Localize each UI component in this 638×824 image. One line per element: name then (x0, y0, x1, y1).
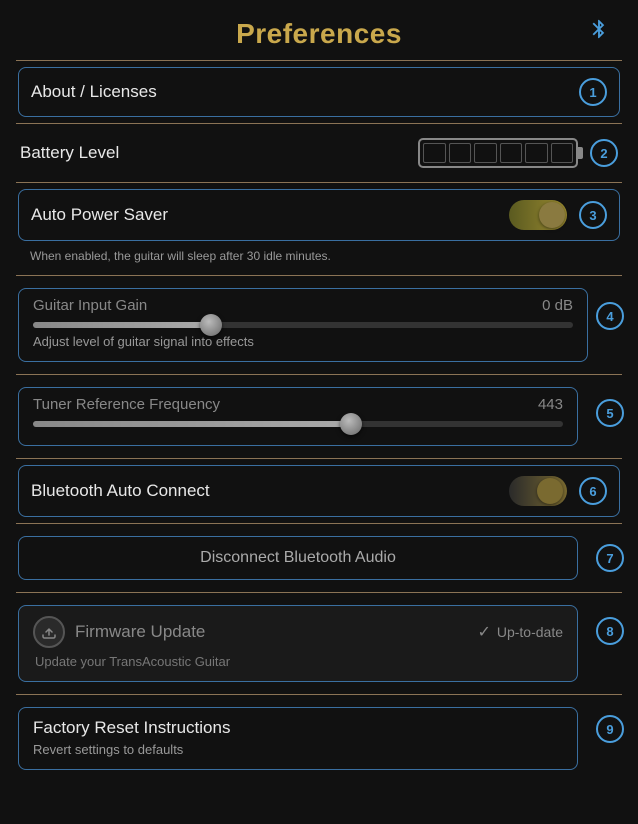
header-divider (16, 60, 622, 61)
firmware-badge: 8 (596, 617, 624, 645)
bluetooth-toggle[interactable] (509, 476, 567, 506)
page-title: Preferences (236, 18, 402, 50)
tuner-label: Tuner Reference Frequency (33, 396, 220, 413)
battery-indicator (418, 138, 578, 168)
divider-8 (16, 694, 622, 695)
disconnect-bluetooth-button[interactable]: Disconnect Bluetooth Audio (18, 536, 578, 580)
gain-label: Guitar Input Gain (33, 297, 147, 314)
auto-power-saver-row[interactable]: Auto Power Saver 3 (18, 189, 620, 241)
factory-reset-section[interactable]: Factory Reset Instructions Revert settin… (18, 707, 578, 770)
battery-seg-3 (474, 143, 497, 163)
divider-6 (16, 523, 622, 524)
auto-power-label: Auto Power Saver (31, 205, 168, 225)
guitar-input-gain-section: Guitar Input Gain 0 dB Adjust level of g… (18, 288, 588, 362)
firmware-sub: Update your TransAcoustic Guitar (33, 654, 563, 669)
divider-2 (16, 182, 622, 183)
firmware-top: Firmware Update ✓ Up-to-date (33, 616, 563, 648)
battery-seg-2 (449, 143, 472, 163)
battery-seg-5 (525, 143, 548, 163)
aps-badge: 3 (579, 201, 607, 229)
divider-4 (16, 374, 622, 375)
gain-value: 0 dB (542, 297, 573, 314)
gain-fill (33, 322, 211, 328)
bluetooth-toggle-knob (537, 478, 563, 504)
aps-right: 3 (509, 200, 607, 230)
firmware-title: Firmware Update (75, 622, 205, 642)
gain-thumb[interactable] (200, 314, 222, 336)
battery-row: Battery Level 2 (8, 128, 630, 178)
auto-power-toggle[interactable] (509, 200, 567, 230)
battery-right: 2 (418, 138, 618, 168)
tuner-reference-section: Tuner Reference Frequency 443 (18, 387, 578, 446)
about-label: About / Licenses (31, 82, 157, 102)
about-licenses-row[interactable]: About / Licenses 1 (18, 67, 620, 117)
factory-badge: 9 (596, 715, 624, 743)
bac-right: 6 (509, 476, 607, 506)
divider-1 (16, 123, 622, 124)
firmware-status-text: Up-to-date (497, 624, 563, 640)
gain-header: Guitar Input Gain 0 dB (33, 297, 573, 314)
divider-5 (16, 458, 622, 459)
battery-seg-4 (500, 143, 523, 163)
disconnect-label: Disconnect Bluetooth Audio (200, 549, 396, 566)
tuner-fill (33, 421, 351, 427)
disconnect-badge: 7 (596, 544, 624, 572)
tuner-thumb[interactable] (340, 413, 362, 435)
divider-7 (16, 592, 622, 593)
gain-desc: Adjust level of guitar signal into effec… (33, 334, 573, 349)
gain-badge: 4 (596, 302, 624, 330)
auto-power-subtext: When enabled, the guitar will sleep afte… (8, 247, 630, 271)
bac-badge: 6 (579, 477, 607, 505)
tuner-value: 443 (538, 396, 563, 413)
header: Preferences (8, 0, 630, 56)
battery-label: Battery Level (20, 143, 119, 163)
firmware-upload-icon (33, 616, 65, 648)
tuner-badge: 5 (596, 399, 624, 427)
factory-sub: Revert settings to defaults (33, 742, 563, 757)
about-badge: 1 (579, 78, 607, 106)
bluetooth-icon (588, 18, 610, 46)
firmware-status: ✓ Up-to-date (477, 622, 563, 642)
battery-seg-6 (551, 143, 574, 163)
toggle-knob (539, 202, 565, 228)
checkmark-icon: ✓ (477, 622, 490, 642)
tuner-track[interactable] (33, 421, 563, 427)
bluetooth-label: Bluetooth Auto Connect (31, 481, 210, 501)
preferences-page: Preferences About / Licenses 1 Battery L… (0, 0, 638, 824)
divider-3 (16, 275, 622, 276)
gain-track[interactable] (33, 322, 573, 328)
battery-badge: 2 (590, 139, 618, 167)
tuner-header: Tuner Reference Frequency 443 (33, 396, 563, 413)
firmware-update-section[interactable]: Firmware Update ✓ Up-to-date Update your… (18, 605, 578, 682)
bluetooth-auto-connect-row[interactable]: Bluetooth Auto Connect 6 (18, 465, 620, 517)
battery-seg-1 (423, 143, 446, 163)
factory-title: Factory Reset Instructions (33, 718, 563, 738)
